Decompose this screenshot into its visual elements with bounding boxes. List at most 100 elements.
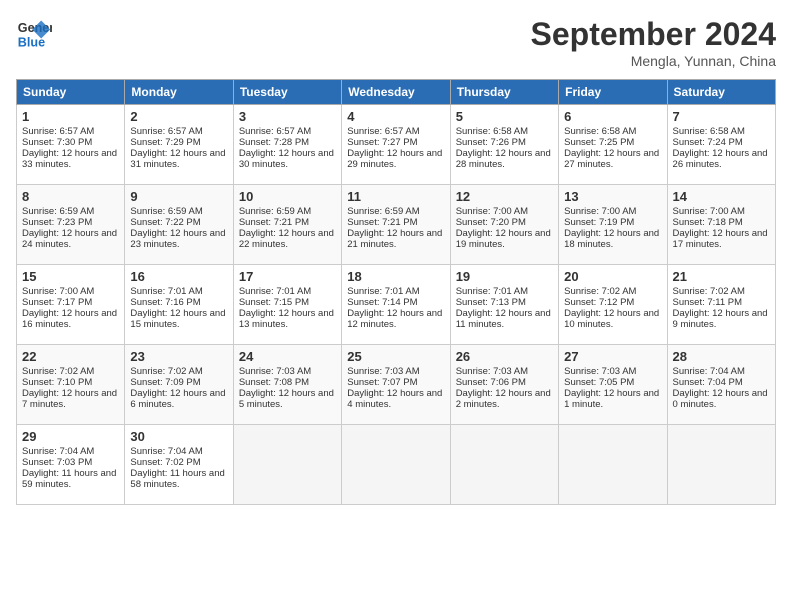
calendar-cell: 22 Sunrise: 7:02 AM Sunset: 7:10 PM Dayl… bbox=[17, 345, 125, 425]
daylight-label: Daylight: 12 hours and 19 minutes. bbox=[456, 228, 551, 250]
sunrise-label: Sunrise: 7:00 AM bbox=[673, 206, 745, 217]
sunset-label: Sunset: 7:26 PM bbox=[456, 137, 526, 148]
calendar-cell: 6 Sunrise: 6:58 AM Sunset: 7:25 PM Dayli… bbox=[559, 105, 667, 185]
calendar-cell: 21 Sunrise: 7:02 AM Sunset: 7:11 PM Dayl… bbox=[667, 265, 775, 345]
calendar-cell: 16 Sunrise: 7:01 AM Sunset: 7:16 PM Dayl… bbox=[125, 265, 233, 345]
day-number: 17 bbox=[239, 269, 336, 284]
day-number: 30 bbox=[130, 429, 227, 444]
calendar-cell: 13 Sunrise: 7:00 AM Sunset: 7:19 PM Dayl… bbox=[559, 185, 667, 265]
day-number: 25 bbox=[347, 349, 444, 364]
day-number: 1 bbox=[22, 109, 119, 124]
day-number: 3 bbox=[239, 109, 336, 124]
logo: General Blue bbox=[16, 16, 52, 52]
sunset-label: Sunset: 7:14 PM bbox=[347, 297, 417, 308]
daylight-label: Daylight: 12 hours and 7 minutes. bbox=[22, 388, 117, 410]
day-number: 28 bbox=[673, 349, 770, 364]
daylight-label: Daylight: 12 hours and 2 minutes. bbox=[456, 388, 551, 410]
title-block: September 2024 Mengla, Yunnan, China bbox=[531, 16, 776, 69]
daylight-label: Daylight: 11 hours and 58 minutes. bbox=[130, 468, 224, 490]
calendar-cell bbox=[559, 425, 667, 505]
calendar-cell: 8 Sunrise: 6:59 AM Sunset: 7:23 PM Dayli… bbox=[17, 185, 125, 265]
sunset-label: Sunset: 7:10 PM bbox=[22, 377, 92, 388]
sunset-label: Sunset: 7:16 PM bbox=[130, 297, 200, 308]
sunrise-label: Sunrise: 6:57 AM bbox=[130, 126, 202, 137]
sunrise-label: Sunrise: 7:00 AM bbox=[456, 206, 528, 217]
sunset-label: Sunset: 7:06 PM bbox=[456, 377, 526, 388]
daylight-label: Daylight: 12 hours and 26 minutes. bbox=[673, 148, 768, 170]
daylight-label: Daylight: 12 hours and 10 minutes. bbox=[564, 308, 659, 330]
daylight-label: Daylight: 12 hours and 11 minutes. bbox=[456, 308, 551, 330]
sunset-label: Sunset: 7:19 PM bbox=[564, 217, 634, 228]
sunrise-label: Sunrise: 7:03 AM bbox=[456, 366, 528, 377]
day-number: 23 bbox=[130, 349, 227, 364]
sunrise-label: Sunrise: 6:57 AM bbox=[22, 126, 94, 137]
calendar-cell: 24 Sunrise: 7:03 AM Sunset: 7:08 PM Dayl… bbox=[233, 345, 341, 425]
logo-icon: General Blue bbox=[16, 16, 52, 52]
daylight-label: Daylight: 12 hours and 5 minutes. bbox=[239, 388, 334, 410]
calendar-cell bbox=[233, 425, 341, 505]
sunrise-label: Sunrise: 7:02 AM bbox=[22, 366, 94, 377]
week-row: 1 Sunrise: 6:57 AM Sunset: 7:30 PM Dayli… bbox=[17, 105, 776, 185]
sunrise-label: Sunrise: 7:00 AM bbox=[564, 206, 636, 217]
sunset-label: Sunset: 7:08 PM bbox=[239, 377, 309, 388]
day-number: 10 bbox=[239, 189, 336, 204]
calendar-cell: 28 Sunrise: 7:04 AM Sunset: 7:04 PM Dayl… bbox=[667, 345, 775, 425]
calendar-cell bbox=[450, 425, 558, 505]
calendar-cell: 11 Sunrise: 6:59 AM Sunset: 7:21 PM Dayl… bbox=[342, 185, 450, 265]
calendar-cell: 25 Sunrise: 7:03 AM Sunset: 7:07 PM Dayl… bbox=[342, 345, 450, 425]
day-number: 8 bbox=[22, 189, 119, 204]
daylight-label: Daylight: 12 hours and 29 minutes. bbox=[347, 148, 442, 170]
calendar-cell: 9 Sunrise: 6:59 AM Sunset: 7:22 PM Dayli… bbox=[125, 185, 233, 265]
col-wednesday: Wednesday bbox=[342, 80, 450, 105]
day-number: 7 bbox=[673, 109, 770, 124]
sunset-label: Sunset: 7:28 PM bbox=[239, 137, 309, 148]
calendar-cell: 19 Sunrise: 7:01 AM Sunset: 7:13 PM Dayl… bbox=[450, 265, 558, 345]
day-number: 13 bbox=[564, 189, 661, 204]
daylight-label: Daylight: 12 hours and 9 minutes. bbox=[673, 308, 768, 330]
sunset-label: Sunset: 7:21 PM bbox=[239, 217, 309, 228]
sunset-label: Sunset: 7:03 PM bbox=[22, 457, 92, 468]
daylight-label: Daylight: 12 hours and 28 minutes. bbox=[456, 148, 551, 170]
daylight-label: Daylight: 12 hours and 18 minutes. bbox=[564, 228, 659, 250]
calendar-cell: 26 Sunrise: 7:03 AM Sunset: 7:06 PM Dayl… bbox=[450, 345, 558, 425]
col-thursday: Thursday bbox=[450, 80, 558, 105]
sunrise-label: Sunrise: 7:02 AM bbox=[130, 366, 202, 377]
day-number: 12 bbox=[456, 189, 553, 204]
calendar-cell: 18 Sunrise: 7:01 AM Sunset: 7:14 PM Dayl… bbox=[342, 265, 450, 345]
sunrise-label: Sunrise: 7:01 AM bbox=[130, 286, 202, 297]
day-number: 2 bbox=[130, 109, 227, 124]
calendar-cell: 3 Sunrise: 6:57 AM Sunset: 7:28 PM Dayli… bbox=[233, 105, 341, 185]
day-number: 20 bbox=[564, 269, 661, 284]
daylight-label: Daylight: 11 hours and 59 minutes. bbox=[22, 468, 116, 490]
sunset-label: Sunset: 7:15 PM bbox=[239, 297, 309, 308]
month-title: September 2024 bbox=[531, 16, 776, 53]
day-number: 9 bbox=[130, 189, 227, 204]
sunrise-label: Sunrise: 7:01 AM bbox=[456, 286, 528, 297]
day-number: 14 bbox=[673, 189, 770, 204]
day-number: 29 bbox=[22, 429, 119, 444]
daylight-label: Daylight: 12 hours and 16 minutes. bbox=[22, 308, 117, 330]
sunrise-label: Sunrise: 7:03 AM bbox=[347, 366, 419, 377]
daylight-label: Daylight: 12 hours and 6 minutes. bbox=[130, 388, 225, 410]
day-number: 21 bbox=[673, 269, 770, 284]
week-row: 15 Sunrise: 7:00 AM Sunset: 7:17 PM Dayl… bbox=[17, 265, 776, 345]
daylight-label: Daylight: 12 hours and 22 minutes. bbox=[239, 228, 334, 250]
calendar-cell: 20 Sunrise: 7:02 AM Sunset: 7:12 PM Dayl… bbox=[559, 265, 667, 345]
sunset-label: Sunset: 7:11 PM bbox=[673, 297, 743, 308]
sunset-label: Sunset: 7:05 PM bbox=[564, 377, 634, 388]
daylight-label: Daylight: 12 hours and 24 minutes. bbox=[22, 228, 117, 250]
sunset-label: Sunset: 7:23 PM bbox=[22, 217, 92, 228]
calendar-cell: 7 Sunrise: 6:58 AM Sunset: 7:24 PM Dayli… bbox=[667, 105, 775, 185]
sunset-label: Sunset: 7:24 PM bbox=[673, 137, 743, 148]
calendar-cell: 12 Sunrise: 7:00 AM Sunset: 7:20 PM Dayl… bbox=[450, 185, 558, 265]
sunrise-label: Sunrise: 7:04 AM bbox=[130, 446, 202, 457]
week-row: 8 Sunrise: 6:59 AM Sunset: 7:23 PM Dayli… bbox=[17, 185, 776, 265]
day-number: 15 bbox=[22, 269, 119, 284]
col-saturday: Saturday bbox=[667, 80, 775, 105]
daylight-label: Daylight: 12 hours and 23 minutes. bbox=[130, 228, 225, 250]
daylight-label: Daylight: 12 hours and 15 minutes. bbox=[130, 308, 225, 330]
sunrise-label: Sunrise: 7:03 AM bbox=[564, 366, 636, 377]
calendar-cell: 5 Sunrise: 6:58 AM Sunset: 7:26 PM Dayli… bbox=[450, 105, 558, 185]
day-number: 4 bbox=[347, 109, 444, 124]
day-number: 19 bbox=[456, 269, 553, 284]
